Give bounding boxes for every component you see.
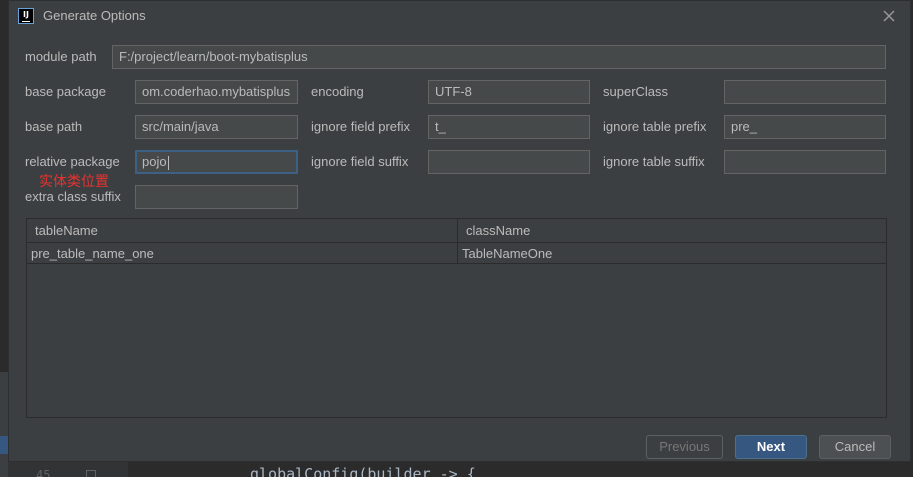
ignore-table-prefix-input[interactable]: pre_ (724, 115, 886, 139)
editor-gutter (8, 462, 128, 477)
intellij-app-icon: IJ (18, 8, 34, 24)
entity-location-annotation: 实体类位置 (39, 173, 109, 189)
superclass-label: superClass (603, 84, 669, 99)
text-caret (167, 155, 169, 170)
cell-tablename[interactable]: pre_table_name_one (27, 243, 154, 264)
ignore-field-prefix-label: ignore field prefix (311, 119, 410, 134)
dialog-title: Generate Options (43, 8, 146, 23)
relative-package-label: relative package (25, 154, 120, 169)
ignore-field-suffix-label: ignore field suffix (311, 154, 409, 169)
editor-code-line: globalConfig(builder -> { (250, 465, 476, 477)
previous-button[interactable]: Previous (646, 435, 723, 459)
editor-side-strip-highlight (0, 436, 8, 454)
base-package-label: base package (25, 84, 106, 99)
base-path-input[interactable]: src/main/java (135, 115, 298, 139)
ignore-field-prefix-input[interactable]: t_ (428, 115, 590, 139)
extra-class-suffix-label: extra class suffix (25, 189, 121, 204)
next-button[interactable]: Next (735, 435, 807, 459)
ignore-table-prefix-label: ignore table prefix (603, 119, 707, 134)
module-path-label: module path (25, 49, 97, 64)
column-header-tablename[interactable]: tableName (27, 219, 98, 243)
cell-classname[interactable]: TableNameOne (458, 243, 552, 264)
base-package-input[interactable]: om.coderhao.mybatisplus (135, 80, 298, 104)
encoding-label: encoding (311, 84, 364, 99)
generate-options-dialog: IJ Generate Options module path F:/proje… (8, 0, 911, 462)
base-path-label: base path (25, 119, 83, 134)
table-mapping-grid[interactable]: tableName className pre_table_name_one T… (26, 218, 887, 418)
close-button[interactable] (878, 5, 900, 27)
close-icon (883, 10, 895, 22)
module-path-input[interactable]: F:/project/learn/boot-mybatisplus (112, 45, 886, 69)
encoding-input[interactable]: UTF-8 (428, 80, 590, 104)
ignore-table-suffix-label: ignore table suffix (603, 154, 705, 169)
fold-icon (86, 470, 96, 477)
cancel-button[interactable]: Cancel (819, 435, 891, 459)
column-header-classname[interactable]: className (458, 219, 530, 243)
superclass-input[interactable] (724, 80, 886, 104)
extra-class-suffix-input[interactable] (135, 185, 298, 209)
editor-side-strip (0, 372, 8, 477)
dialog-titlebar: IJ Generate Options (9, 1, 910, 31)
ignore-table-suffix-input[interactable] (724, 150, 886, 174)
relative-package-value: pojo (142, 154, 167, 169)
editor-line-number: 45 (36, 468, 51, 477)
ignore-field-suffix-input[interactable] (428, 150, 590, 174)
relative-package-input[interactable]: pojo (135, 150, 298, 174)
column-divider[interactable] (457, 219, 458, 264)
